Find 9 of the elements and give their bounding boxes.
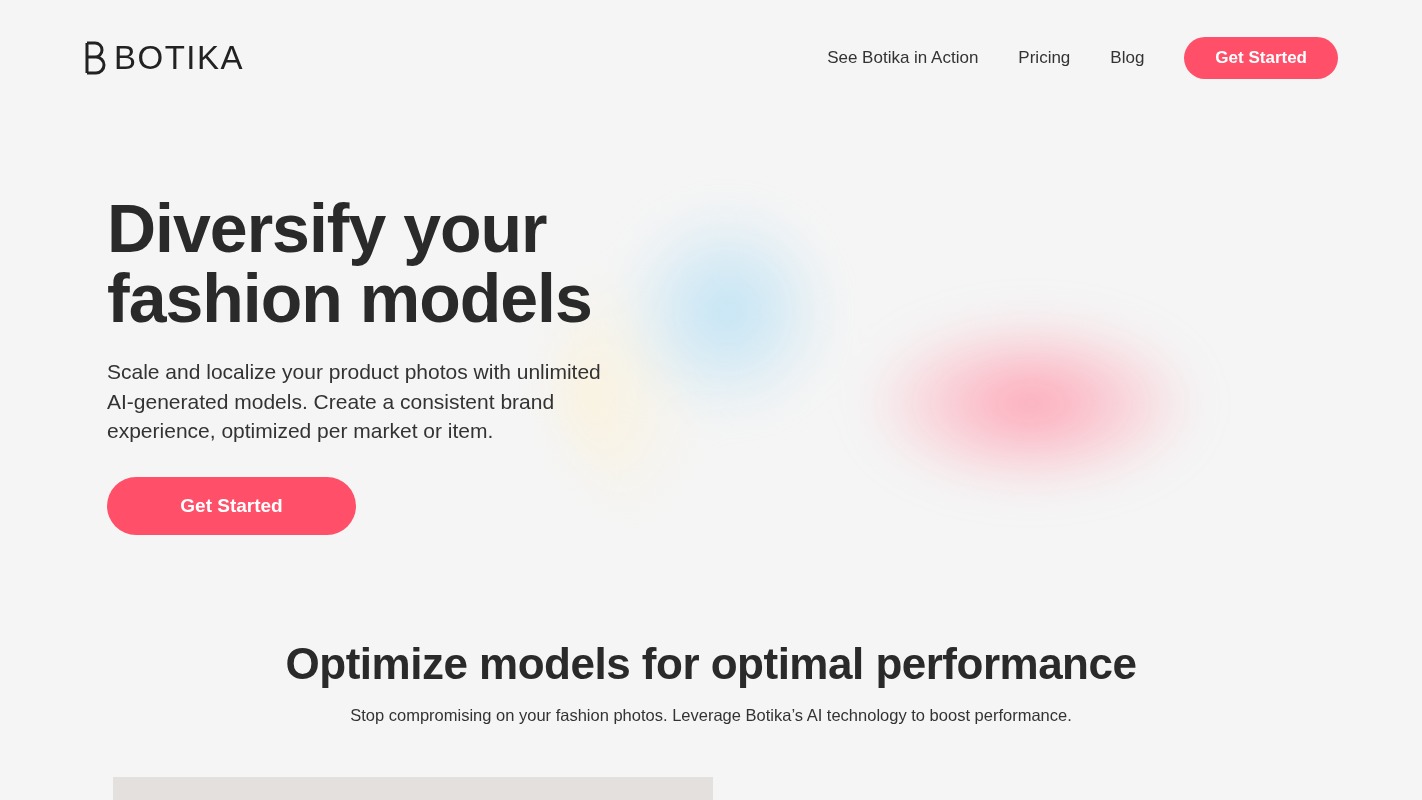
nav-link[interactable]: Blog <box>1110 47 1145 68</box>
nav-link[interactable]: See Botika in Action <box>827 47 979 68</box>
logo-icon <box>84 40 108 75</box>
nav-link[interactable]: Pricing <box>1018 47 1071 68</box>
hero-heading: Diversify your fashion models <box>107 193 593 333</box>
section-heading: Optimize models for optimal performance <box>284 638 1138 689</box>
logo-text: BOTIKA <box>114 38 245 77</box>
hero-subtitle: Scale and localize your product photos with unlimited AI-generated models. Create a consistent brand experience, optimized per market or item. <box>107 359 602 444</box>
section-subtitle: Stop compromising on your fashion photos. Leverage Botika’s AI technology to boost performance. <box>349 705 1073 725</box>
